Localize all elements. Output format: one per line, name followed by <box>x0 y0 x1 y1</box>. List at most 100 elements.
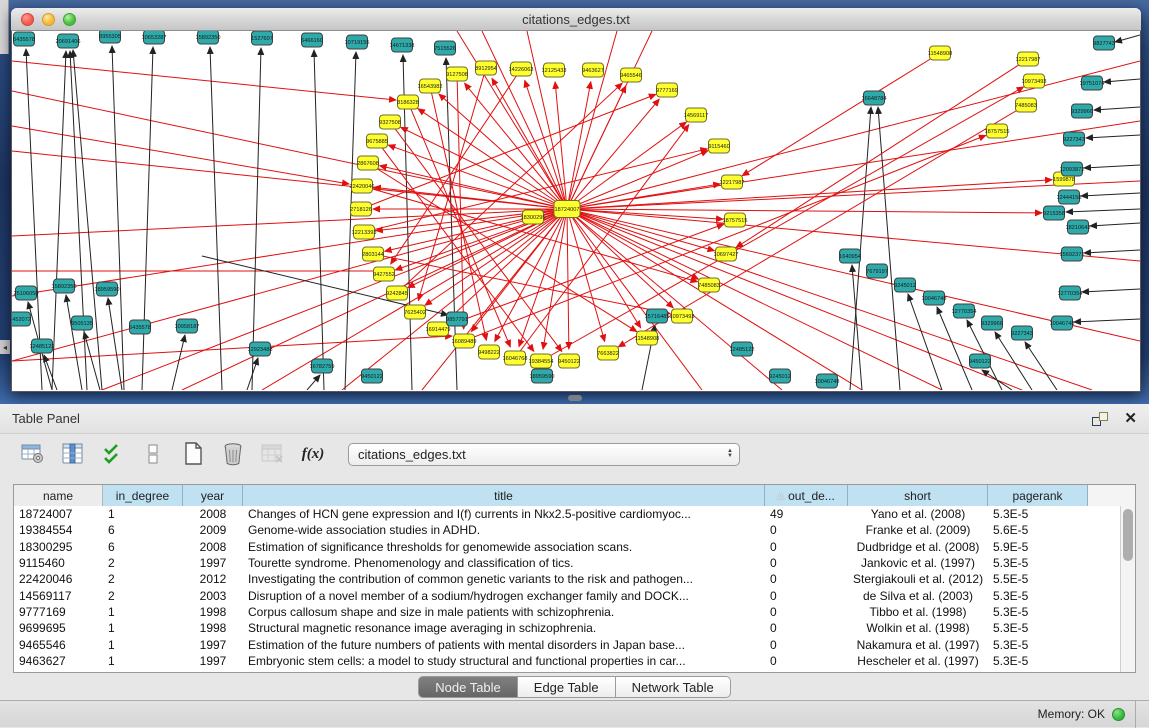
graph-edge[interactable] <box>567 209 862 390</box>
table-cell[interactable]: 18300295 <box>14 540 103 554</box>
table-cell[interactable]: 9115460 <box>14 556 103 570</box>
table-cell[interactable]: 2008 <box>183 507 243 521</box>
table-row[interactable]: 1456911722003Disruption of a novel membe… <box>14 587 1135 603</box>
table-cell[interactable]: 18724007 <box>14 507 103 521</box>
new-document-icon[interactable] <box>180 441 206 467</box>
graph-edge[interactable] <box>742 53 940 176</box>
table-cell[interactable]: Corpus callosum shape and size in male p… <box>243 605 765 619</box>
zoom-window-button[interactable] <box>63 13 76 26</box>
graph-edge[interactable] <box>937 307 972 390</box>
float-panel-icon[interactable] <box>1092 412 1108 426</box>
graph-edge[interactable] <box>252 48 261 390</box>
table-cell[interactable]: 5.3E-5 <box>988 589 1088 603</box>
table-cell[interactable]: Embryonic stem cells: a model to study s… <box>243 654 765 668</box>
table-cell[interactable]: Genome-wide association studies in ADHD. <box>243 523 765 537</box>
column-header-in_degree[interactable]: in_degree <box>103 485 183 506</box>
graph-edge[interactable] <box>314 50 324 390</box>
table-cell[interactable]: 1997 <box>183 638 243 652</box>
table-cell[interactable]: 0 <box>765 556 848 570</box>
table-cell[interactable]: 0 <box>765 572 848 586</box>
graph-edge[interactable] <box>12 91 567 209</box>
table-cell[interactable]: 5.3E-5 <box>988 638 1088 652</box>
table-cell[interactable]: Hescheler et al. (1997) <box>848 654 988 668</box>
table-row[interactable]: 946554611997Estimation of the future num… <box>14 636 1135 652</box>
table-cell[interactable]: Changes of HCN gene expression and I(f) … <box>243 507 765 521</box>
table-cell[interactable]: de Silva et al. (2003) <box>848 589 988 603</box>
table-cell[interactable]: 1 <box>103 605 183 619</box>
table-cell[interactable]: 5.6E-5 <box>988 523 1088 537</box>
table-cell[interactable]: 5.3E-5 <box>988 654 1088 668</box>
graph-edge[interactable] <box>102 209 567 390</box>
graph-edge[interactable] <box>70 51 87 390</box>
select-all-icon[interactable] <box>100 441 126 467</box>
graph-edge[interactable] <box>1084 250 1140 253</box>
table-cell[interactable]: 2 <box>103 556 183 570</box>
graph-edge[interactable] <box>1086 135 1140 138</box>
table-cell[interactable]: Jankovic et al. (1997) <box>848 556 988 570</box>
table-cell[interactable]: Tibbo et al. (1998) <box>848 605 988 619</box>
table-cell[interactable]: 1998 <box>183 605 243 619</box>
table-cell[interactable]: Structural magnetic resonance image aver… <box>243 621 765 635</box>
graph-edge[interactable] <box>73 50 102 390</box>
table-row[interactable]: 1830029562008Estimation of significance … <box>14 539 1135 555</box>
graph-edge[interactable] <box>878 107 900 390</box>
column-header-year[interactable]: year <box>183 485 243 506</box>
graph-edge[interactable] <box>567 61 1140 209</box>
graph-edge[interactable] <box>1090 223 1140 226</box>
table-cell[interactable]: Nakamura et al. (1997) <box>848 638 988 652</box>
table-cell[interactable]: Estimation of the future numbers of pati… <box>243 638 765 652</box>
clear-selection-icon[interactable] <box>140 441 166 467</box>
graph-edge[interactable] <box>418 109 567 209</box>
function-builder-icon[interactable]: f(x) <box>300 441 326 467</box>
table-cell[interactable]: 0 <box>765 589 848 603</box>
table-cell[interactable]: 2 <box>103 572 183 586</box>
table-selector-dropdown[interactable]: citations_edges.txt ▲▼ <box>348 443 740 466</box>
table-cell[interactable]: Stergiakouli et al. (2012) <box>848 572 988 586</box>
collapse-control-panel-button[interactable]: ◂ <box>0 340 10 354</box>
graph-edge[interactable] <box>108 298 122 390</box>
table-cell[interactable]: 14569117 <box>14 589 103 603</box>
graph-edge[interactable] <box>567 99 659 209</box>
table-cell[interactable]: 2009 <box>183 523 243 537</box>
tab-node-table[interactable]: Node Table <box>418 676 518 698</box>
table-cell[interactable]: 0 <box>765 621 848 635</box>
table-cell[interactable]: 49 <box>765 507 848 521</box>
column-header-out_de[interactable]: △out_de... <box>765 485 848 506</box>
graph-edge[interactable] <box>1104 79 1140 82</box>
graph-edge[interactable] <box>736 59 1028 247</box>
table-cell[interactable]: Investigating the contribution of common… <box>243 572 765 586</box>
table-row[interactable]: 969969511998Structural magnetic resonanc… <box>14 620 1135 636</box>
graph-edge[interactable] <box>457 74 464 329</box>
table-cell[interactable]: 0 <box>765 638 848 652</box>
network-window-titlebar[interactable]: citations_edges.txt <box>11 8 1141 31</box>
table-cell[interactable]: 1 <box>103 638 183 652</box>
graph-edge[interactable] <box>852 265 862 390</box>
graph-edge[interactable] <box>567 122 686 209</box>
table-row[interactable]: 2242004622012Investigating the contribut… <box>14 571 1135 587</box>
table-cell[interactable]: 0 <box>765 654 848 668</box>
tab-network-table[interactable]: Network Table <box>616 676 731 698</box>
table-cell[interactable]: Wolkin et al. (1998) <box>848 621 988 635</box>
table-cell[interactable]: 9463627 <box>14 654 103 668</box>
table-cell[interactable]: 19384554 <box>14 523 103 537</box>
table-settings-icon[interactable] <box>20 441 46 467</box>
graph-edge[interactable] <box>380 166 567 209</box>
graph-edge[interactable] <box>1074 319 1140 322</box>
column-header-pagerank[interactable]: pagerank <box>988 485 1088 506</box>
table-cell[interactable]: 22420046 <box>14 572 103 586</box>
table-cell[interactable]: 0 <box>765 605 848 619</box>
table-row[interactable]: 1872400712008Changes of HCN gene express… <box>14 506 1135 522</box>
table-cell[interactable]: 9777169 <box>14 605 103 619</box>
table-cell[interactable]: 1 <box>103 507 183 521</box>
table-cell[interactable]: 0 <box>765 540 848 554</box>
table-cell[interactable]: 6 <box>103 540 183 554</box>
table-cell[interactable]: 2008 <box>183 540 243 554</box>
graph-edge[interactable] <box>1084 165 1140 168</box>
table-cell[interactable]: 9465546 <box>14 638 103 652</box>
graph-edge[interactable] <box>982 370 1012 390</box>
graph-edge[interactable] <box>307 375 320 390</box>
column-header-name[interactable]: name <box>14 485 103 506</box>
table-cell[interactable]: Yano et al. (2008) <box>848 507 988 521</box>
table-cell[interactable]: 5.3E-5 <box>988 605 1088 619</box>
graph-edge[interactable] <box>567 209 1092 390</box>
